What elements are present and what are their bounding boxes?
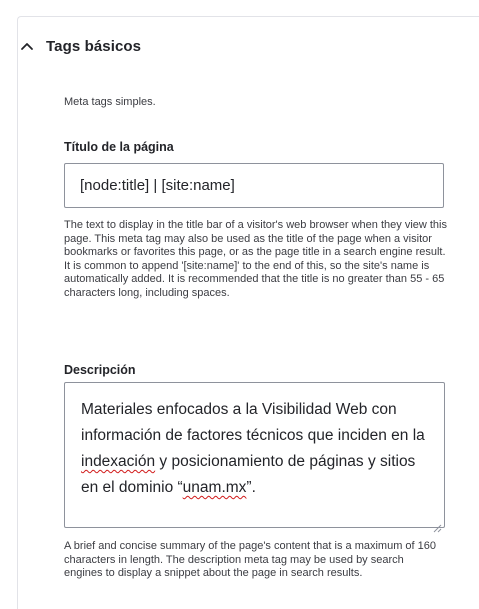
- section-title: Tags básicos: [46, 37, 142, 55]
- description-help: A brief and concise summary of the page'…: [64, 540, 437, 579]
- tags-basicos-toggle[interactable]: Tags básicos: [20, 34, 141, 58]
- chevron-up-icon: [20, 34, 44, 58]
- description-text-domain: unam.mx: [182, 479, 247, 496]
- page-title-label: Título de la página: [64, 140, 174, 154]
- description-text-5: ”.: [246, 479, 256, 496]
- description-label: Descripción: [64, 363, 136, 377]
- description-textarea[interactable]: Materiales enfocados a la Visibilidad We…: [64, 382, 445, 533]
- metatag-page: Tags básicos Meta tags simples. Título d…: [0, 0, 479, 609]
- page-title-input[interactable]: [64, 163, 444, 208]
- section-intro: Meta tags simples.: [64, 96, 156, 108]
- page-title-help: The text to display in the title bar of …: [64, 219, 447, 299]
- description-text-misspelled: indexación: [81, 453, 156, 470]
- resize-grip-icon[interactable]: [433, 516, 442, 533]
- description-text-1: Materiales enfocados a la Visibilidad We…: [81, 401, 425, 444]
